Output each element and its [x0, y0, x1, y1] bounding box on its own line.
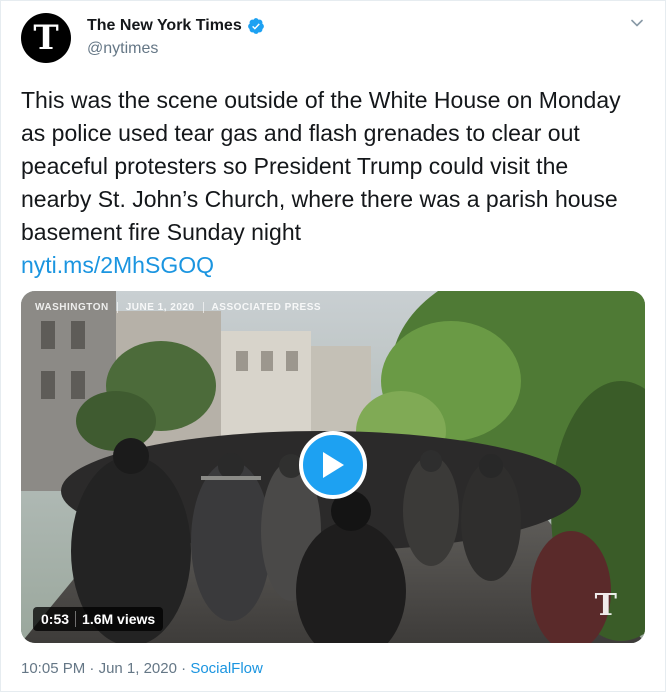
tweet-text: This was the scene outside of the White …	[21, 84, 641, 282]
tweet-body: This was the scene outside of the White …	[21, 87, 621, 245]
video-player[interactable]: WASHINGTON JUNE 1, 2020 ASSOCIATED PRESS…	[21, 291, 645, 643]
author-name-row: The New York Times	[87, 17, 265, 35]
tweet-date[interactable]: Jun 1, 2020	[99, 660, 177, 677]
author-handle[interactable]: @nytimes	[87, 40, 158, 58]
video-views: 1.6M views	[75, 611, 163, 627]
avatar-glyph: T	[33, 18, 59, 58]
play-button[interactable]	[299, 431, 367, 499]
watermark-date: JUNE 1, 2020	[116, 302, 203, 313]
tweet-time[interactable]: 10:05 PM	[21, 660, 85, 677]
video-duration: 0:53	[41, 611, 70, 627]
tweet-source[interactable]: SocialFlow	[190, 660, 263, 677]
video-watermark: WASHINGTON JUNE 1, 2020 ASSOCIATED PRESS	[35, 302, 329, 313]
tweet-footer: 10:05 PM · Jun 1, 2020 · SocialFlow	[21, 660, 263, 677]
author-display-name[interactable]: The New York Times	[87, 17, 242, 35]
chevron-down-icon[interactable]	[629, 15, 645, 31]
watermark-location: WASHINGTON	[35, 302, 109, 313]
avatar[interactable]: T	[21, 13, 71, 63]
watermark-agency: ASSOCIATED PRESS	[202, 302, 330, 313]
tweet-link[interactable]: nyti.ms/2MhSGOQ	[21, 249, 214, 282]
video-stats: 0:53 1.6M views	[33, 607, 164, 631]
nyt-logo-icon: T	[594, 588, 617, 623]
tweet-card: T The New York Times @nytimes This was t…	[0, 0, 666, 692]
footer-separator: ·	[89, 660, 95, 677]
play-icon	[323, 452, 344, 478]
footer-separator: ·	[181, 660, 187, 677]
verified-badge-icon	[247, 18, 264, 34]
